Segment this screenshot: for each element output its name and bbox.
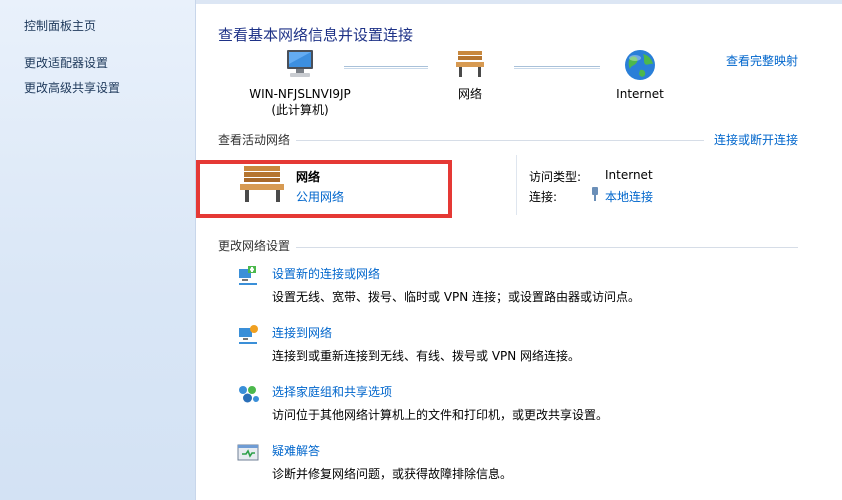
change-settings-heading: 更改网络设置 xyxy=(218,239,291,253)
left-pane: 控制面板主页 更改适配器设置 更改高级共享设置 xyxy=(0,0,196,500)
map-line-2b xyxy=(514,68,600,69)
page-title: 查看基本网络信息并设置连接 xyxy=(218,26,414,44)
connect-network-icon xyxy=(239,325,258,344)
internet-node-label: Internet xyxy=(616,87,664,101)
active-networks-heading: 查看活动网络 xyxy=(218,133,291,147)
task-troubleshoot-desc: 诊断并修复网络问题，或获得故障排除信息。 xyxy=(272,467,513,481)
map-line-1b xyxy=(344,68,428,69)
computer-name: WIN-NFJSLNVI9JP xyxy=(249,87,351,101)
access-type-label: 访问类型: xyxy=(529,170,582,184)
control-panel-home-link[interactable]: 控制面板主页 xyxy=(24,17,96,34)
connection-label: 连接: xyxy=(529,190,558,204)
active-network-separator xyxy=(516,155,517,215)
main-content: 查看基本网络信息并设置连接 查看完整映射 WIN-NFJSLNVI9JP (此计… xyxy=(196,0,842,500)
homegroup-icon xyxy=(239,386,259,403)
task-connect-network-link[interactable]: 连接到网络 xyxy=(272,324,332,341)
map-node-internet[interactable]: Internet xyxy=(610,48,670,102)
network-node-label: 网络 xyxy=(457,87,482,101)
task-homegroup-desc: 访问位于其他网络计算机上的文件和打印机，或更改共享设置。 xyxy=(272,408,609,422)
new-connection-icon xyxy=(239,266,257,285)
globe-icon xyxy=(625,50,655,80)
active-networks-divider xyxy=(296,140,704,141)
troubleshoot-icon xyxy=(237,444,259,461)
task-new-connection-link[interactable]: 设置新的连接或网络 xyxy=(272,265,380,282)
change-adapter-settings-link[interactable]: 更改适配器设置 xyxy=(24,54,108,71)
connect-disconnect-link[interactable]: 连接或断开连接 xyxy=(714,131,798,148)
task-connect-network-desc: 连接到或重新连接到无线、有线、拨号或 VPN 网络连接。 xyxy=(272,349,581,363)
computer-icon xyxy=(287,50,313,77)
change-settings-divider xyxy=(296,247,798,248)
bench-icon xyxy=(456,51,484,77)
highlight-box xyxy=(196,160,452,218)
top-border xyxy=(196,0,842,4)
local-connection-link[interactable]: 本地连接 xyxy=(605,188,653,205)
task-homegroup-link[interactable]: 选择家庭组和共享选项 xyxy=(272,383,392,400)
task-troubleshoot-link[interactable]: 疑难解答 xyxy=(272,442,320,459)
view-full-map-link[interactable]: 查看完整映射 xyxy=(726,52,798,69)
computer-sub: (此计算机) xyxy=(271,103,329,117)
task-new-connection-desc: 设置无线、宽带、拨号、临时或 VPN 连接；或设置路由器或访问点。 xyxy=(272,290,641,304)
access-type-value: Internet xyxy=(605,168,653,182)
map-node-network[interactable]: 网络 xyxy=(440,48,500,102)
ethernet-plug-icon xyxy=(592,187,598,201)
map-line-2 xyxy=(514,66,600,67)
map-node-computer[interactable]: WIN-NFJSLNVI9JP (此计算机) xyxy=(240,48,360,118)
change-advanced-sharing-link[interactable]: 更改高级共享设置 xyxy=(24,79,120,96)
map-line-1 xyxy=(344,66,428,67)
